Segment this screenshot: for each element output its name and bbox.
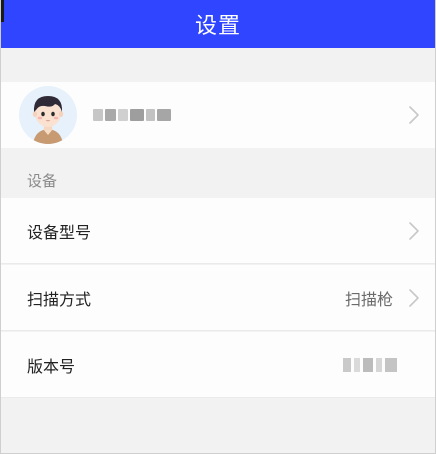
- chevron-right-icon: [409, 221, 419, 240]
- top-bar: 设置: [1, 0, 435, 48]
- page-title: 设置: [194, 14, 241, 39]
- boy-avatar-icon: [19, 86, 77, 144]
- username-redacted: [93, 107, 171, 123]
- section-label-device: 设备: [27, 172, 58, 190]
- row-version: 版本号: [1, 332, 435, 398]
- settings-screen: 设置 设备 设备型号 扫描方式 扫描枪 版本号: [0, 0, 436, 454]
- version-redacted: [343, 357, 397, 372]
- row-device-model[interactable]: 设备型号: [1, 198, 435, 264]
- row-value: 扫描枪: [344, 289, 393, 309]
- row-label: 版本号: [27, 356, 76, 376]
- chevron-right-icon: [409, 106, 419, 124]
- row-label: 设备型号: [27, 222, 92, 242]
- chevron-right-icon: [409, 288, 419, 307]
- profile-row[interactable]: [1, 82, 435, 148]
- top-bar-edge: [1, 0, 4, 22]
- row-scan-mode[interactable]: 扫描方式 扫描枪: [1, 265, 435, 331]
- row-label: 扫描方式: [27, 289, 92, 309]
